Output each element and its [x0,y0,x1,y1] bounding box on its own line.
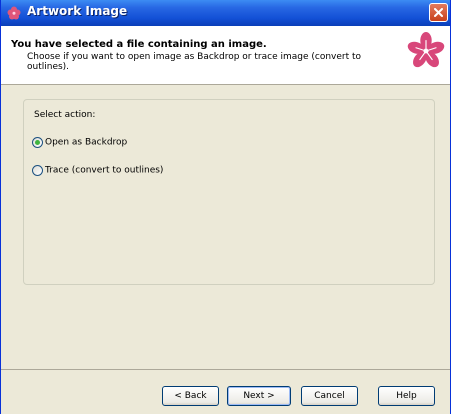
flower-logo-icon [407,32,445,68]
action-group: Select action: Open as Backdrop Trace (c… [23,99,435,285]
option-label: Open as Backdrop [45,137,128,148]
header-description: Choose if you want to open image as Back… [27,52,362,72]
group-label: Select action: [34,110,96,120]
close-button[interactable] [429,3,448,22]
wizard-content: Select action: Open as Backdrop Trace (c… [1,85,450,369]
artwork-image-dialog: Artwork Image You have selected a file c… [0,0,451,414]
header-title: You have selected a file containing an i… [11,39,267,50]
next-button[interactable]: Next > [227,386,291,406]
window-title: Artwork Image [27,4,128,18]
wizard-header: You have selected a file containing an i… [1,26,450,85]
option-label: Trace (convert to outlines) [45,165,164,176]
title-bar[interactable]: Artwork Image [1,0,450,26]
radio-button-selected[interactable] [32,137,43,148]
option-open-as-backdrop[interactable]: Open as Backdrop [32,137,127,148]
back-button[interactable]: < Back [162,386,219,406]
close-icon [434,8,443,17]
radio-dot [35,140,40,145]
button-bar: < Back Next > Cancel Help [1,370,450,414]
flower-icon [7,6,21,20]
radio-button[interactable] [32,165,43,176]
option-trace[interactable]: Trace (convert to outlines) [32,165,163,176]
cancel-button[interactable]: Cancel [301,386,358,406]
help-button[interactable]: Help [378,386,435,406]
